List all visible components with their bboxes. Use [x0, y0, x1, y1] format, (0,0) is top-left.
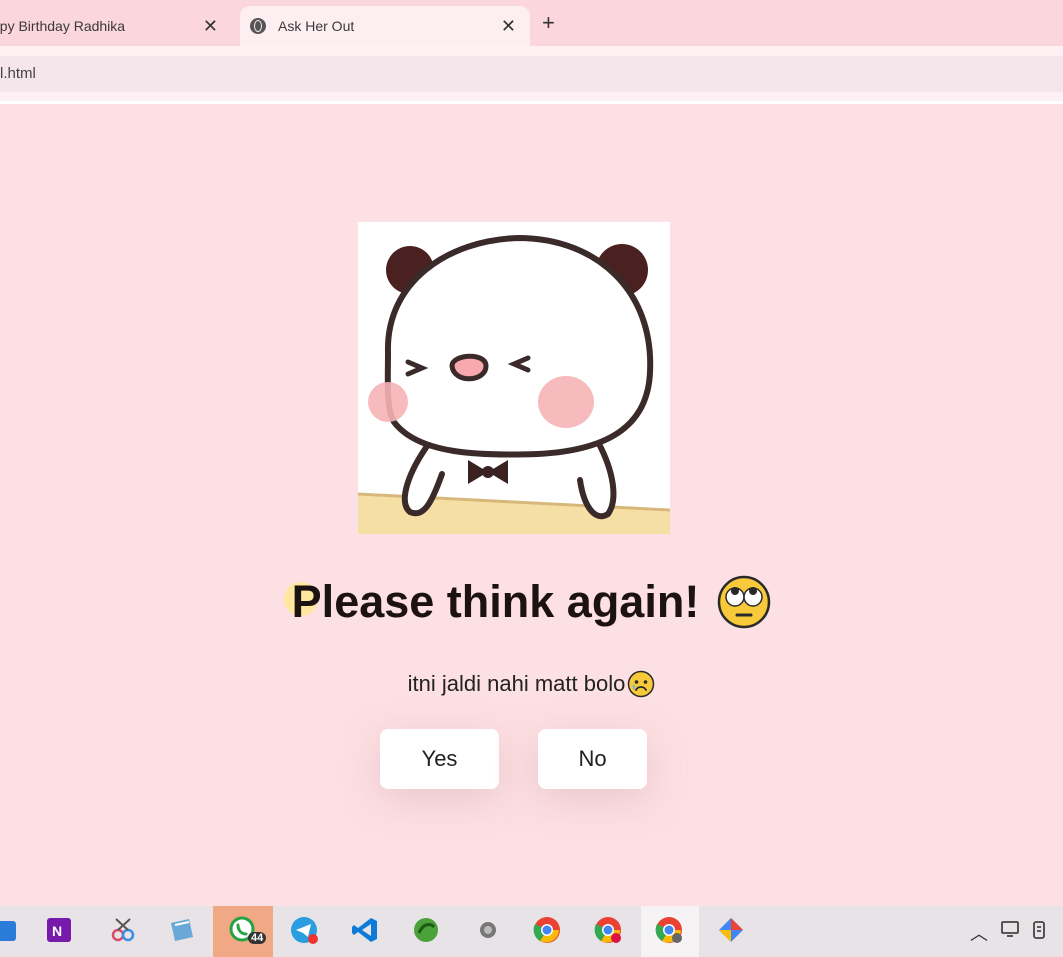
chrome-icon[interactable] — [532, 915, 562, 945]
notepad-icon[interactable] — [167, 915, 197, 945]
vscode-icon[interactable] — [350, 915, 380, 945]
onenote-icon[interactable]: N — [44, 915, 74, 945]
heading-text: Please think again! — [283, 576, 700, 627]
chrome-profile-icon[interactable] — [593, 915, 623, 945]
subtitle-text: itni jaldi nahi matt bolo — [407, 671, 626, 696]
file-explorer-icon[interactable] — [0, 915, 20, 945]
face-with-rolling-eyes-icon — [718, 575, 771, 629]
url-text: l.html — [0, 65, 36, 82]
tab-ask-her-out[interactable]: Ask Her Out ✕ — [240, 6, 530, 46]
telegram-icon[interactable] — [289, 915, 319, 945]
page-title: Please think again! — [0, 575, 1063, 629]
whatsapp-badge: 44 — [248, 932, 267, 944]
url-field[interactable]: l.html — [0, 56, 1063, 92]
app-icon[interactable] — [411, 915, 441, 945]
sad-face-icon — [628, 670, 655, 698]
snipping-tool-icon[interactable] — [108, 915, 138, 945]
app-colorful-icon[interactable] — [716, 915, 746, 945]
tab-happy-birthday[interactable]: ppy Birthday Radhika ✕ — [0, 6, 232, 46]
battery-icon[interactable] — [1030, 919, 1052, 941]
globe-icon — [250, 18, 266, 34]
svg-text:N: N — [52, 923, 62, 939]
tab-title: Ask Her Out — [278, 18, 355, 34]
tab-bar: ppy Birthday Radhika ✕ Ask Her Out ✕ + — [0, 0, 1063, 46]
close-icon[interactable]: ✕ — [501, 16, 516, 36]
new-tab-button[interactable]: + — [542, 10, 555, 36]
yes-button[interactable]: Yes — [380, 729, 499, 789]
display-icon[interactable] — [1000, 919, 1020, 939]
chrome-profile-2-icon[interactable] — [654, 915, 684, 945]
taskbar: N 44 ︿ — [0, 906, 1063, 957]
subtitle: itni jaldi nahi matt bolo — [0, 670, 1063, 698]
no-button[interactable]: No — [538, 729, 647, 789]
close-icon[interactable]: ✕ — [203, 16, 218, 36]
tab-title: ppy Birthday Radhika — [0, 18, 126, 34]
panda-sticker — [357, 222, 671, 534]
chevron-up-icon[interactable]: ︿ — [970, 920, 988, 946]
address-bar: l.html — [0, 46, 1063, 104]
settings-icon[interactable] — [473, 915, 503, 945]
